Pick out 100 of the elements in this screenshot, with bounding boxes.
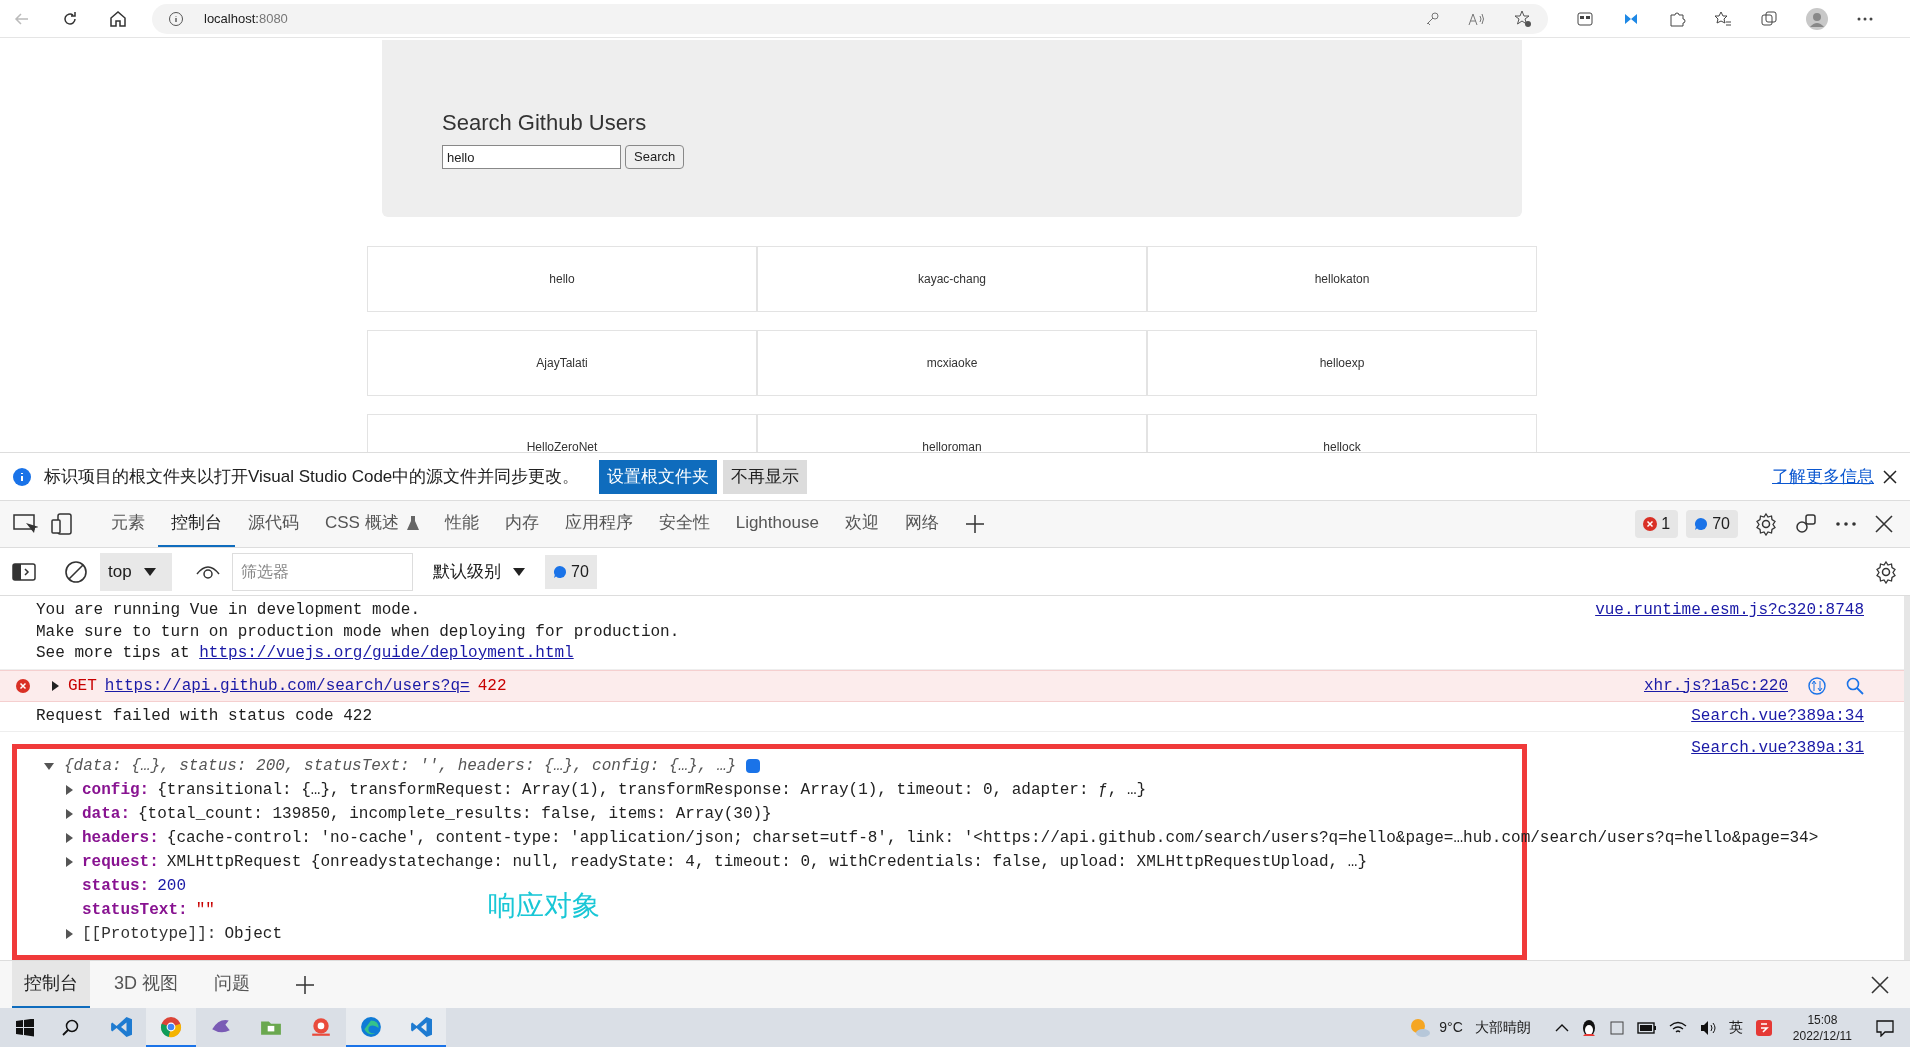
devtools-tab[interactable]: 内存 [491,501,552,547]
source-link[interactable]: Search.vue?389a:34 [1691,705,1864,727]
chevron-up-icon[interactable] [1554,1022,1569,1033]
user-card[interactable]: helloexp [1147,330,1537,396]
property-value: XMLHttpRequest {onreadystatechange: null, readyState: 4, timeout: 0, withCredentials: false, upload: XMLHttpRequestUpload, …} [166,852,1367,873]
collapsed-triangle-icon[interactable] [64,785,74,795]
drawer-tab[interactable]: 问题 [202,961,262,1008]
vscode-icon [410,1015,432,1038]
info-bar-button[interactable]: 不再显示 [723,459,808,494]
drawer-tab[interactable]: 3D 视图 [102,961,190,1008]
devtools-tab[interactable]: 性能 [431,501,492,547]
property-key: data: [82,802,130,826]
close-icon[interactable] [1870,974,1890,995]
error-icon [1643,517,1658,531]
level-dropdown[interactable]: 默认级别 [425,552,533,591]
home-icon[interactable] [108,8,128,29]
user-card[interactable]: mcxiaoke [757,330,1147,396]
collapsed-triangle-icon[interactable] [64,857,74,867]
puzzle-icon[interactable] [1668,9,1686,28]
user-card[interactable]: kayac-chang [757,246,1147,312]
taskbar-app[interactable] [346,1008,396,1047]
sidebar-toggle-icon[interactable] [12,561,36,582]
close-icon[interactable] [1882,468,1898,485]
info-bar-button[interactable]: 设置根文件夹 [599,459,718,494]
clock-date[interactable]: 2022/12/11 [1792,1027,1852,1044]
collapsed-triangle-icon[interactable] [64,809,74,819]
learn-more-link[interactable]: 了解更多信息 [1772,463,1874,490]
user-card[interactable]: hello [367,246,757,312]
clear-icon[interactable] [64,559,88,584]
property-key: statusText: [82,898,188,922]
close-icon[interactable] [1874,514,1894,534]
collapsed-triangle-icon[interactable] [64,929,74,939]
clock-time[interactable]: 15:08 [1807,1011,1838,1028]
user-card[interactable]: helloroman [757,414,1147,452]
collapsed-triangle-icon[interactable] [50,680,60,691]
add-tab-icon[interactable] [963,513,986,535]
volume-icon[interactable] [1698,1019,1717,1036]
url-port: 8080 [258,10,288,26]
battery-icon[interactable] [1636,1020,1657,1035]
property-value: 200 [157,876,187,897]
expanded-triangle-icon[interactable] [44,761,54,771]
devtools-tab[interactable]: Lighthouse [722,501,832,547]
user-card[interactable]: HelloZeroNet [367,414,757,452]
penguin-icon[interactable] [1580,1018,1597,1037]
message-count-badge[interactable]: 70 [545,554,597,589]
collapsed-triangle-icon[interactable] [64,833,74,843]
search-icon[interactable] [62,1018,80,1037]
message-icon [553,564,567,579]
add-tab-icon[interactable] [294,973,316,996]
key-icon[interactable] [1424,10,1440,27]
tabs-icon[interactable] [1760,9,1778,28]
search-button[interactable]: Search [625,145,685,169]
settings-icon[interactable] [1754,512,1778,536]
error-counter[interactable]: 1 [1635,510,1679,538]
wifi-icon[interactable] [1668,1020,1687,1035]
console-link[interactable]: https://vuejs.org/guide/deployment.html [199,643,574,665]
taskbar-app[interactable] [146,1008,196,1047]
temperature[interactable]: 9°C [1439,1017,1463,1038]
windows-start-icon[interactable] [16,1018,34,1037]
request-method: GET [68,675,97,697]
error-icon [16,678,30,693]
devtools-tab[interactable]: 安全性 [645,501,723,547]
user-card[interactable]: hellock [1147,414,1537,452]
info-icon [746,759,761,773]
devtools-tab[interactable]: CSS 概述 [312,501,432,547]
source-link[interactable]: Search.vue?389a:31 [1691,739,1864,757]
property-value: Object [224,924,283,945]
device-icon[interactable] [50,512,74,536]
request-url[interactable]: https://api.github.com/search/users?q= [104,673,470,698]
devtools-tab[interactable]: 应用程序 [551,501,646,547]
source-link[interactable]: vue.runtime.esm.js?c320:8748 [1595,600,1864,665]
favorites-icon[interactable] [1714,9,1732,28]
profile-avatar[interactable] [1806,7,1828,30]
network-icon[interactable] [1808,676,1826,695]
property-key: headers: [82,826,159,850]
devtools-tab[interactable]: 网络 [891,501,952,547]
taskbar-app[interactable] [396,1008,446,1047]
address-bar[interactable]: localhost:8080 [152,3,1548,34]
user-card[interactable]: AjayTalati [367,330,757,396]
settings-icon[interactable] [1874,559,1898,584]
message-icon [1694,517,1709,531]
devtools-tab[interactable]: 源代码 [235,501,312,547]
notification-icon[interactable] [1876,1018,1894,1037]
property-key: status: [82,874,150,898]
collections-icon[interactable] [1576,9,1594,28]
filter-field[interactable]: 筛选器 [232,552,413,591]
devtools-tab[interactable]: 欢迎 [831,501,892,547]
inspect-icon[interactable] [12,513,38,535]
message-counter[interactable]: 70 [1686,510,1738,538]
drawer-tab[interactable]: 控制台 [12,961,90,1008]
console-text: See more tips at [36,643,190,664]
source-link[interactable]: xhr.js?1a5c:220 [1643,673,1788,698]
context-dropdown[interactable]: top [100,552,172,591]
devtools-tab[interactable]: 元素 [98,501,158,547]
customize-icon[interactable] [1794,512,1818,536]
input-method-indicator[interactable]: 英 [1728,1017,1743,1038]
weather-text[interactable]: 大部晴朗 [1474,1017,1531,1038]
user-card[interactable]: hellokaton [1147,246,1537,312]
star-add-icon[interactable] [1514,9,1532,28]
search-field[interactable]: hello [442,145,621,169]
